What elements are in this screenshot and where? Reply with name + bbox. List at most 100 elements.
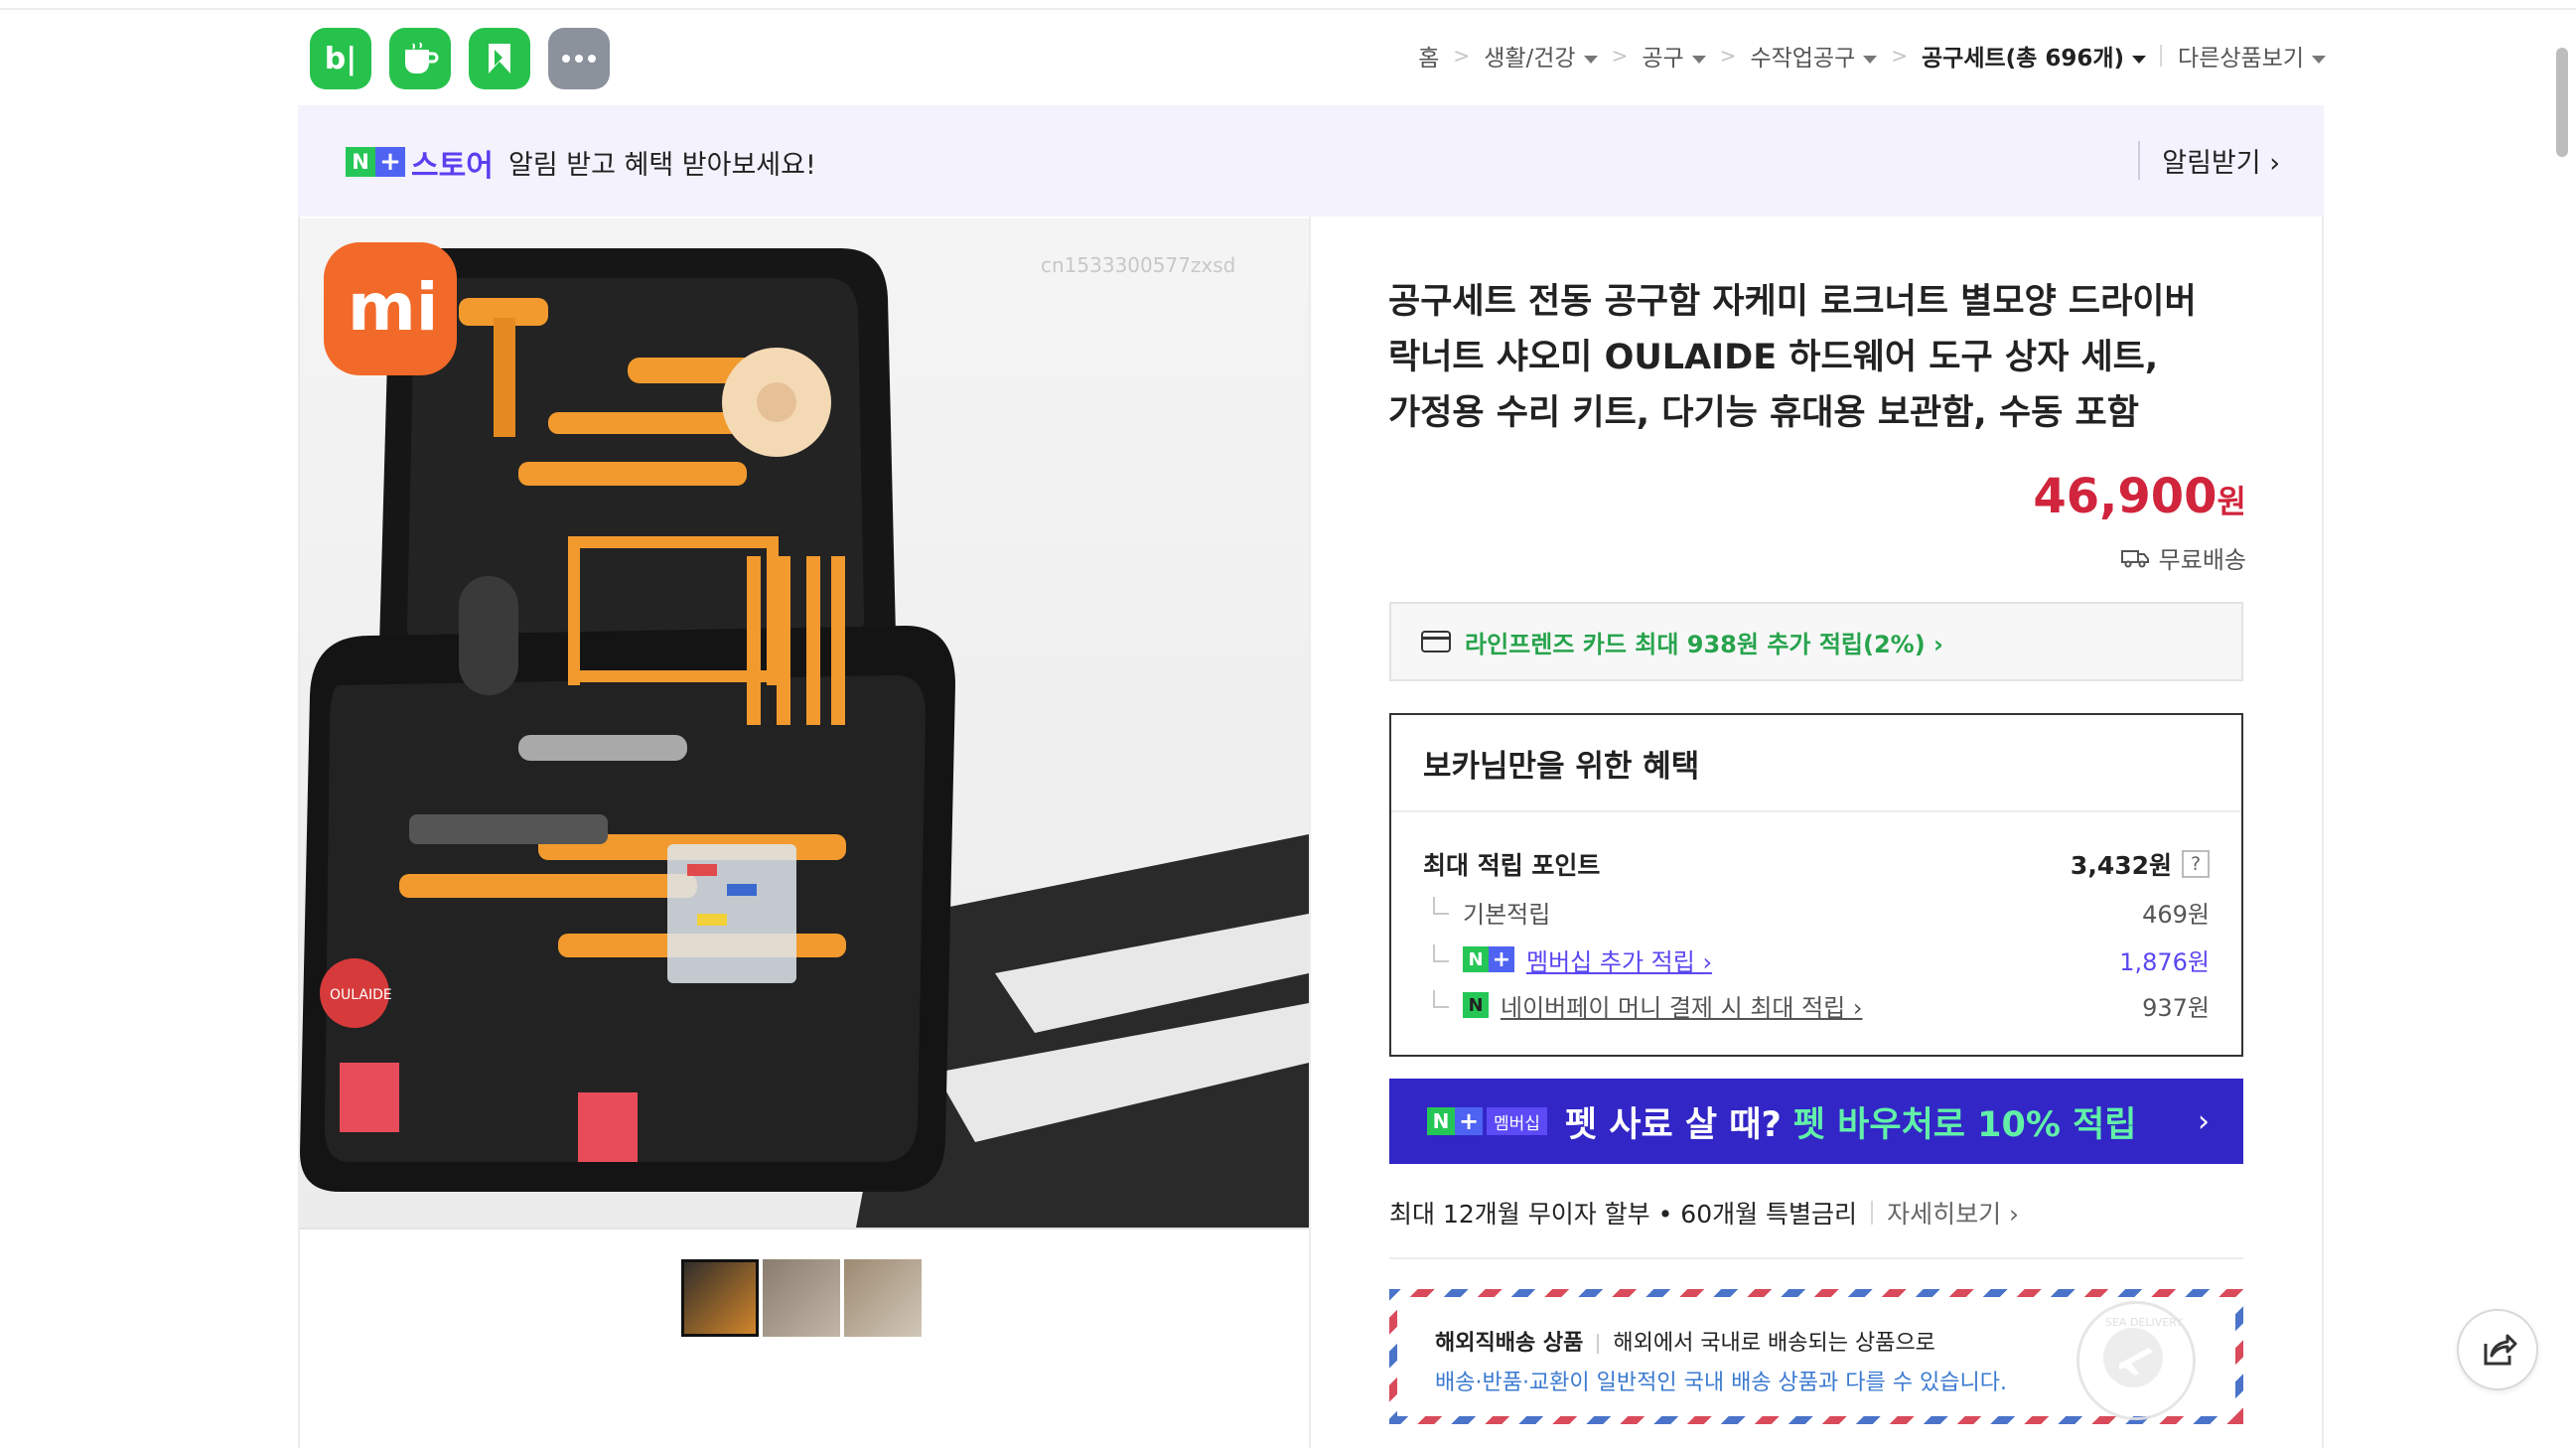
membership-banner[interactable]: N + 멤버십 펫 사료 살 때? 펫 바우처로 10% 적립 ›	[1389, 1079, 2243, 1164]
breadcrumb-category-tools[interactable]: 공구	[1642, 39, 1706, 72]
product-title: 공구세트 전동 공구함 자케미 로크너트 별모양 드라이버 락너트 샤오미 OU…	[1388, 282, 2197, 433]
overseas-label: 해외직배송 상품	[1435, 1331, 1584, 1356]
section-divider	[1389, 1257, 2243, 1259]
naver-n-icon: N	[346, 147, 375, 177]
membership-badge: N + 멤버십	[1427, 1106, 1547, 1136]
installment-divider	[1871, 1201, 1874, 1225]
installment-text: 최대 12개월 무이자 할부 • 60개월 특별금리	[1389, 1200, 1858, 1229]
stamp-text: SEA DELIVERY	[2105, 1316, 2183, 1329]
scrollbar-thumb[interactable]	[2556, 48, 2568, 157]
installment-details-link[interactable]: 자세히보기 ›	[1887, 1195, 2019, 1231]
product-main-image[interactable]: OULAIDE mi cn1533300577zxsd	[300, 218, 1309, 1230]
shipping-text: 무료배송	[2158, 546, 2246, 574]
airplane-icon: SEA DELIVERY	[2103, 1316, 2183, 1387]
banner-highlight: 펫 바우처로 10% 적립	[1792, 1104, 2137, 1145]
cafe-icon[interactable]	[389, 28, 451, 89]
max-points-label: 최대 적립 포인트	[1423, 851, 1601, 880]
browser-top-edge	[0, 0, 2576, 10]
overseas-notice-inner: 해외직배송 상품 해외에서 국내로 배송되는 상품으로 배송·반품·교환이 일반적…	[1397, 1297, 2235, 1420]
other-products-dropdown[interactable]: 다른상품보기	[2178, 39, 2326, 72]
naverpay-points-value: 937원	[2142, 993, 2210, 1022]
column-divider	[1309, 217, 1311, 1448]
thumbnail-strip	[681, 1259, 922, 1337]
naver-n-icon: N	[1463, 946, 1489, 972]
breadcrumb-separator: >	[1611, 44, 1629, 68]
overseas-note: 배송·반품·교환이 일반적인 국내 배송 상품과 다를 수 있습니다.	[1435, 1371, 2007, 1395]
breadcrumb-category-handtools[interactable]: 수작업공구	[1750, 39, 1878, 72]
basic-points-value: 469원	[2142, 900, 2210, 929]
card-offer-text: 라인프렌즈 카드 최대 938원 추가 적립(2%) ›	[1465, 630, 1943, 658]
membership-points-row: N + 멤버십 추가 적립 › 1,876원	[1423, 940, 2210, 979]
basic-points-label: 기본적립	[1463, 900, 1551, 929]
naver-plus-badge: N +	[1463, 946, 1514, 972]
naverpay-points-row: N 네이버페이 머니 결제 시 최대 적립 › 937원	[1423, 985, 2210, 1025]
basic-points-row: 기본적립 469원	[1423, 892, 2210, 932]
truck-icon	[2120, 549, 2149, 567]
overseas-label-line: 해외직배송 상품 해외에서 국내로 배송되는 상품으로	[1435, 1325, 1935, 1357]
plus-icon: +	[1489, 946, 1514, 972]
plus-icon: +	[1455, 1107, 1483, 1135]
tree-branch-line	[1433, 990, 1449, 1008]
naverpay-points-link[interactable]: 네이버페이 머니 결제 시 최대 적립 ›	[1501, 988, 1863, 1023]
breadcrumb-divider	[2160, 45, 2163, 67]
breadcrumb-current-toolset[interactable]: 공구세트(총 696개)	[1922, 39, 2147, 72]
chevron-right-icon: ›	[2198, 1104, 2210, 1139]
breadcrumb-separator: >	[1453, 44, 1471, 68]
flag-icon	[489, 44, 510, 73]
overseas-desc: 해외에서 국내로 배송되는 상품으로	[1613, 1331, 1935, 1356]
store-notification-bar: N + 스토어 알림 받고 혜택 받아보세요! 알림받기 ›	[298, 105, 2324, 217]
banner-text: 펫 사료 살 때?	[1564, 1104, 1782, 1145]
overseas-shipping-notice: 해외직배송 상품 해외에서 국내로 배송되는 상품으로 배송·반품·교환이 일반적…	[1389, 1289, 2243, 1424]
breadcrumb-separator: >	[1891, 44, 1909, 68]
breadcrumb-separator: >	[1719, 44, 1737, 68]
benefits-heading: 보카님만을 위한 혜택	[1391, 715, 2241, 812]
thumbnail-2[interactable]	[763, 1259, 840, 1337]
product-price: 46,900원	[2033, 469, 2246, 524]
max-points-row: 최대 적립 포인트 3,432원 ?	[1423, 844, 2210, 884]
delivery-stamp-icon: SEA DELIVERY	[2076, 1301, 2196, 1420]
breadcrumb-category-living[interactable]: 생활/건강	[1484, 39, 1598, 72]
share-button[interactable]	[2457, 1309, 2538, 1390]
blog-icon[interactable]: b|	[310, 28, 371, 89]
image-watermark: cn1533300577zxsd	[1041, 253, 1235, 277]
naver-plus-badge: N +	[346, 147, 405, 177]
naverpay-icon: N	[1463, 992, 1489, 1018]
more-apps-icon[interactable]	[548, 28, 610, 89]
tree-branch-line	[1433, 897, 1449, 915]
installment-info: 최대 12개월 무이자 할부 • 60개월 특별금리 자세히보기 ›	[1389, 1195, 2019, 1231]
box-label-text: OULAIDE	[330, 987, 392, 1003]
tree-branch-line	[1433, 944, 1449, 962]
thumbnail-1[interactable]	[681, 1259, 759, 1337]
breadcrumb-home[interactable]: 홈	[1418, 39, 1439, 72]
breadcrumb: 홈 > 생활/건강 > 공구 > 수작업공구 > 공구세트(총 696개) 다른…	[1418, 36, 2326, 75]
price-value: 46,900	[2033, 469, 2218, 524]
card-offer-box[interactable]: 라인프렌즈 카드 최대 938원 추가 적립(2%) ›	[1389, 602, 2243, 681]
naver-n-icon: N	[1427, 1107, 1455, 1135]
ellipsis-icon	[562, 55, 596, 63]
share-icon	[2484, 1334, 2517, 1366]
max-points-value: 3,432원	[2070, 851, 2172, 880]
price-currency: 원	[2217, 483, 2246, 520]
store-name[interactable]: 스토어	[411, 141, 494, 185]
chevron-down-icon	[2132, 55, 2147, 64]
store-message: 알림 받고 혜택 받아보세요!	[508, 150, 816, 181]
credit-card-icon	[1421, 631, 1451, 652]
brand-logo-text: mi	[348, 269, 438, 346]
membership-badge-text: 멤버십	[1487, 1107, 1547, 1135]
help-icon[interactable]: ?	[2182, 850, 2210, 878]
chevron-down-icon	[1691, 55, 1706, 64]
membership-points-link[interactable]: 멤버십 추가 적립 ›	[1526, 942, 1712, 977]
chevron-down-icon	[2312, 55, 2326, 64]
toolbox-illustration: OULAIDE mi cn1533300577zxsd	[300, 242, 1309, 1228]
chevron-down-icon	[1863, 55, 1878, 64]
blog-icon-label: b|	[324, 41, 358, 76]
plus-icon: +	[375, 147, 405, 177]
overseas-divider	[1597, 1334, 1600, 1354]
thumbnail-3[interactable]	[844, 1259, 922, 1337]
bookmark-icon[interactable]	[469, 28, 530, 89]
subscribe-alarm-button[interactable]: 알림받기 ›	[2138, 141, 2280, 180]
shipping-info: 무료배송	[2120, 540, 2246, 575]
membership-points-value: 1,876원	[2119, 947, 2210, 976]
chevron-down-icon	[1583, 55, 1598, 64]
cup-icon	[405, 42, 439, 73]
